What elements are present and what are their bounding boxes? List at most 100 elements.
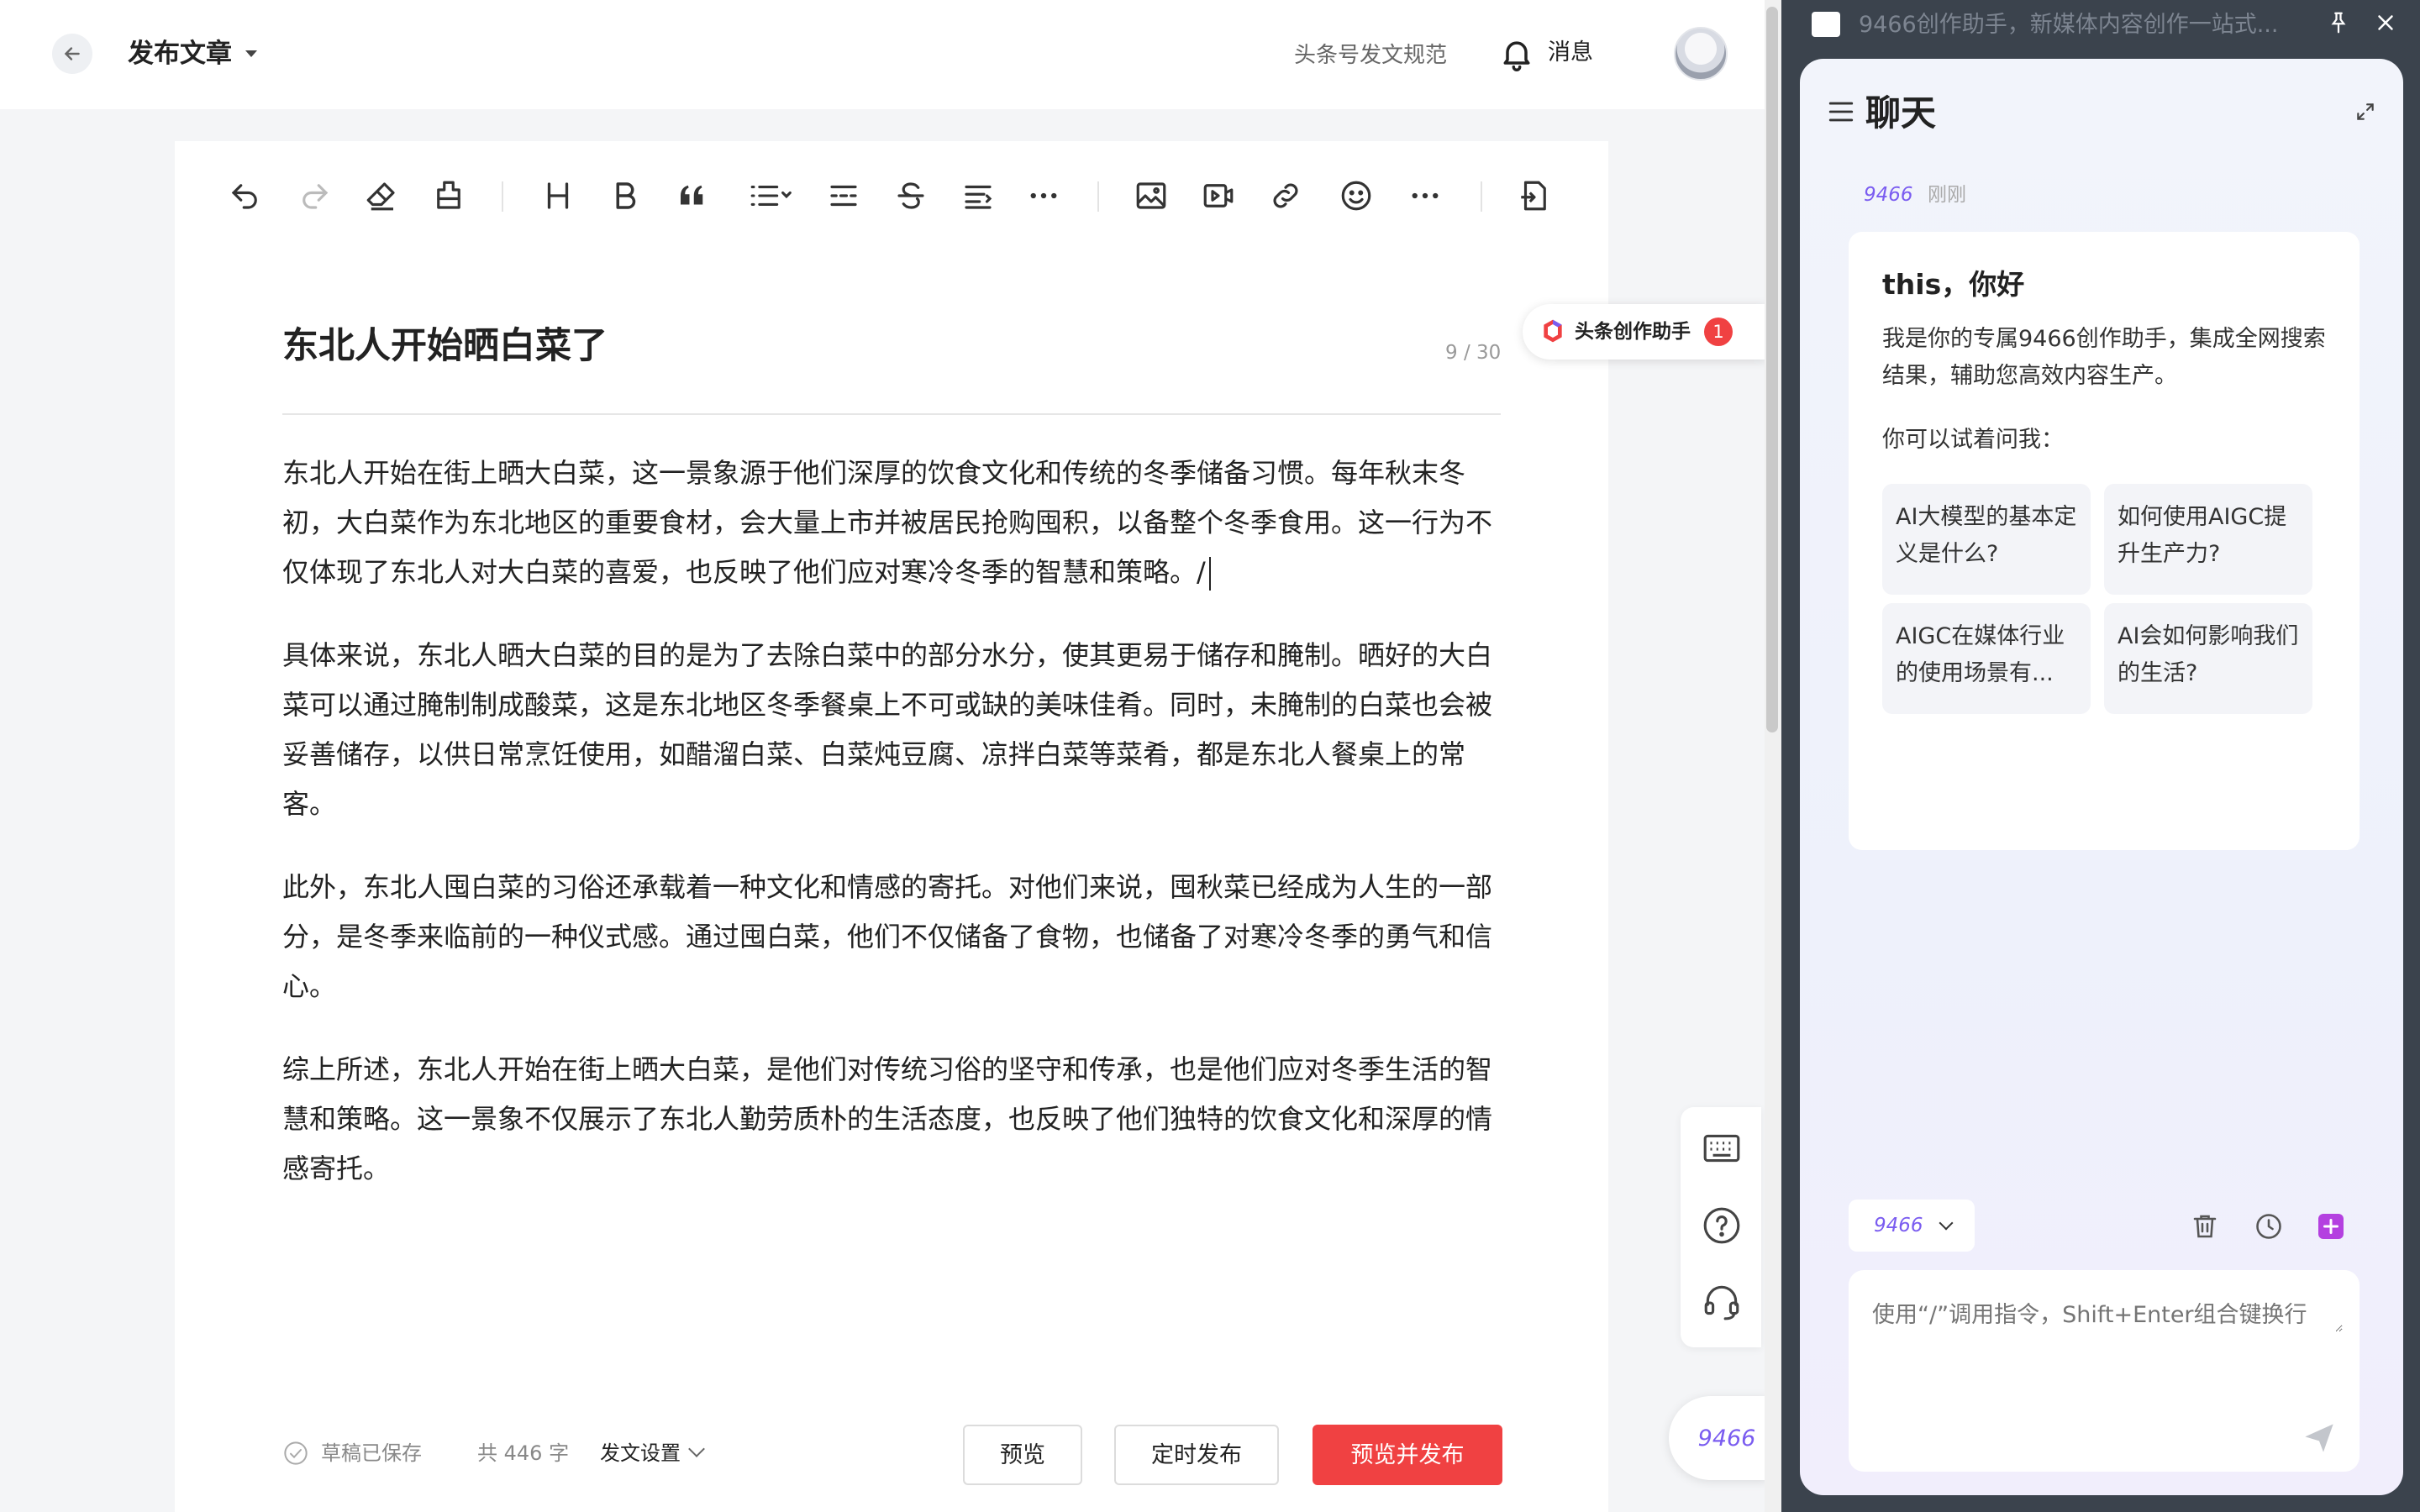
menu-icon[interactable] bbox=[1827, 99, 1855, 124]
indent-icon bbox=[965, 185, 992, 209]
avatar[interactable] bbox=[1674, 27, 1728, 81]
chevron-down-icon[interactable] bbox=[688, 1441, 705, 1457]
chat-title: 聊天 bbox=[1865, 92, 1937, 134]
list-icon bbox=[750, 186, 792, 206]
keyboard-icon[interactable] bbox=[1701, 1127, 1743, 1169]
article-body[interactable]: 东北人开始在街上晒大白菜，这一景象源于他们深厚的饮食文化和传统的冬季储备习惯。每… bbox=[282, 449, 1506, 1227]
help-icon[interactable] bbox=[1701, 1205, 1743, 1247]
text-cursor bbox=[1208, 557, 1211, 591]
article-title[interactable]: 东北人开始晒白菜了 bbox=[282, 319, 608, 373]
intro-text: 我是你的专属9466创作助手，集成全网搜索结果，辅助您高效内容生产。 bbox=[1882, 326, 2326, 389]
paragraph[interactable]: 东北人开始在街上晒大白菜，这一景象源于他们深厚的饮食文化和传统的冬季储备习惯。每… bbox=[282, 449, 1506, 597]
word-count: 共 446 字 bbox=[477, 1441, 570, 1465]
quote-icon bbox=[681, 185, 703, 205]
caret-down-icon[interactable] bbox=[245, 50, 257, 57]
close-icon[interactable] bbox=[2373, 10, 2398, 35]
suggestion-chip[interactable]: AI会如何影响我们的生活? bbox=[2104, 603, 2312, 714]
suggestion-chip[interactable]: 如何使用AIGC提升生产力? bbox=[2104, 484, 2312, 595]
more-insert-icon bbox=[1412, 192, 1439, 199]
draft-saved-status: 草稿已保存 bbox=[321, 1441, 422, 1465]
paragraph[interactable]: 具体来说，东北人晒大白菜的目的是为了去除白菜中的部分水分，使其更易于储存和腌制。… bbox=[282, 631, 1506, 829]
video-icon bbox=[1203, 184, 1234, 207]
editor-toolbar bbox=[220, 168, 1565, 227]
toolbar-divider bbox=[502, 181, 503, 212]
chevron-down-icon bbox=[1939, 1215, 1954, 1231]
rules-link[interactable]: 头条号发文规范 bbox=[1294, 40, 1447, 71]
try-label: 你可以试着问我： bbox=[1882, 427, 2064, 453]
heading-button[interactable] bbox=[533, 168, 583, 223]
more-insert-button[interactable] bbox=[1400, 168, 1450, 223]
welcome-message-card: this，你好 我是你的专属9466创作助手，集成全网搜索结果，辅助您高效内容生… bbox=[1849, 232, 2360, 850]
undo-button[interactable] bbox=[220, 168, 271, 223]
more-icon bbox=[1030, 192, 1057, 199]
assistant-tab[interactable]: 头条创作助手 1 bbox=[1523, 304, 1766, 360]
import-doc-button[interactable] bbox=[1509, 168, 1560, 223]
redo-button[interactable] bbox=[289, 168, 339, 223]
list-button[interactable] bbox=[736, 168, 803, 223]
emoji-button[interactable] bbox=[1331, 168, 1381, 223]
import-doc-icon bbox=[1521, 181, 1546, 211]
insert-video-button[interactable] bbox=[1193, 168, 1244, 223]
assistant-logo-icon bbox=[1544, 319, 1562, 343]
eraser-icon bbox=[366, 182, 395, 211]
editor-page: 发布文章 头条号发文规范 消息 东北人开始晒白菜了 9 / 30 东北人开始在街… bbox=[0, 0, 1768, 1512]
suggestion-chip[interactable]: AIGC在媒体行业的使用场景有... bbox=[1882, 603, 2091, 714]
new-chat-icon[interactable] bbox=[2316, 1211, 2346, 1242]
more-format-button[interactable] bbox=[1018, 168, 1069, 223]
message-time: 刚刚 bbox=[1928, 184, 1966, 206]
model-selector[interactable]: 9466 bbox=[1849, 1200, 1975, 1252]
expand-icon[interactable] bbox=[2354, 101, 2376, 123]
page-title[interactable]: 发布文章 bbox=[128, 34, 232, 74]
app-logo-icon bbox=[1812, 12, 1840, 37]
publish-settings-toggle[interactable]: 发文设置 bbox=[600, 1438, 681, 1468]
notification-badge: 1 bbox=[1704, 318, 1733, 346]
preview-and-publish-button[interactable]: 预览并发布 bbox=[1313, 1425, 1502, 1485]
clear-format-button[interactable] bbox=[356, 168, 407, 223]
bottom-bar: 草稿已保存 共 446 字 发文设置 预览 定时发布 预览并发布 bbox=[282, 1425, 1502, 1485]
undo-icon bbox=[231, 184, 257, 209]
paragraph[interactable]: 此外，东北人囤白菜的习俗还承载着一种文化和情感的寄托。对他们来说，囤秋菜已经成为… bbox=[282, 863, 1506, 1011]
title-divider bbox=[282, 413, 1501, 415]
message-sender: 9466 bbox=[1864, 184, 1913, 206]
assistant-label: 头条创作助手 bbox=[1575, 321, 1691, 343]
insert-image-button[interactable] bbox=[1126, 168, 1176, 223]
indent-button[interactable] bbox=[953, 168, 1003, 223]
check-circle-icon bbox=[284, 1441, 308, 1465]
chat-input-box[interactable] bbox=[1849, 1270, 2360, 1472]
window-title: 9466创作助手，新媒体内容创作一站式... bbox=[1859, 12, 2279, 38]
assistant-float-button[interactable]: 9466 bbox=[1669, 1396, 1768, 1480]
messages-link[interactable]: 消息 bbox=[1548, 38, 1593, 68]
emoji-icon bbox=[1341, 181, 1371, 211]
bold-button[interactable] bbox=[600, 168, 650, 223]
greeting: this，你好 bbox=[1882, 268, 2025, 301]
pin-icon[interactable] bbox=[2326, 10, 2351, 35]
back-button[interactable] bbox=[52, 34, 92, 74]
scrollbar-thumb[interactable] bbox=[1766, 7, 1778, 732]
paragraph[interactable]: 综上所述，东北人开始在街上晒大白菜，是他们对传统习俗的坚守和传承，也是他们应对冬… bbox=[282, 1045, 1506, 1194]
divider-button[interactable] bbox=[818, 168, 869, 223]
history-icon[interactable] bbox=[2254, 1211, 2284, 1242]
top-bar: 发布文章 头条号发文规范 消息 bbox=[0, 0, 1768, 109]
schedule-publish-button[interactable]: 定时发布 bbox=[1114, 1425, 1279, 1485]
chat-input[interactable] bbox=[1872, 1299, 2343, 1332]
divider-icon bbox=[830, 185, 857, 207]
preview-button[interactable]: 预览 bbox=[963, 1425, 1082, 1485]
insert-link-button[interactable] bbox=[1260, 168, 1311, 223]
toolbar-divider bbox=[1481, 181, 1482, 212]
quote-button[interactable] bbox=[667, 168, 718, 223]
bell-icon[interactable] bbox=[1498, 34, 1535, 74]
send-icon[interactable] bbox=[2302, 1421, 2336, 1455]
toolbar-divider bbox=[1097, 181, 1099, 212]
format-brush-icon bbox=[437, 181, 460, 209]
format-brush-button[interactable] bbox=[424, 168, 474, 223]
trash-icon[interactable] bbox=[2190, 1211, 2220, 1242]
suggestion-chip[interactable]: AI大模型的基本定义是什么? bbox=[1882, 484, 2091, 595]
bold-icon bbox=[616, 182, 636, 209]
heading-icon bbox=[547, 182, 569, 209]
redo-icon bbox=[302, 184, 329, 209]
image-icon bbox=[1136, 182, 1166, 209]
headset-icon[interactable] bbox=[1701, 1280, 1743, 1322]
strikethrough-button[interactable] bbox=[886, 168, 936, 223]
paragraph-text: 东北人开始在街上晒大白菜，这一景象源于他们深厚的饮食文化和传统的冬季储备习惯。每… bbox=[282, 457, 1493, 588]
arrow-left-icon bbox=[64, 47, 80, 60]
